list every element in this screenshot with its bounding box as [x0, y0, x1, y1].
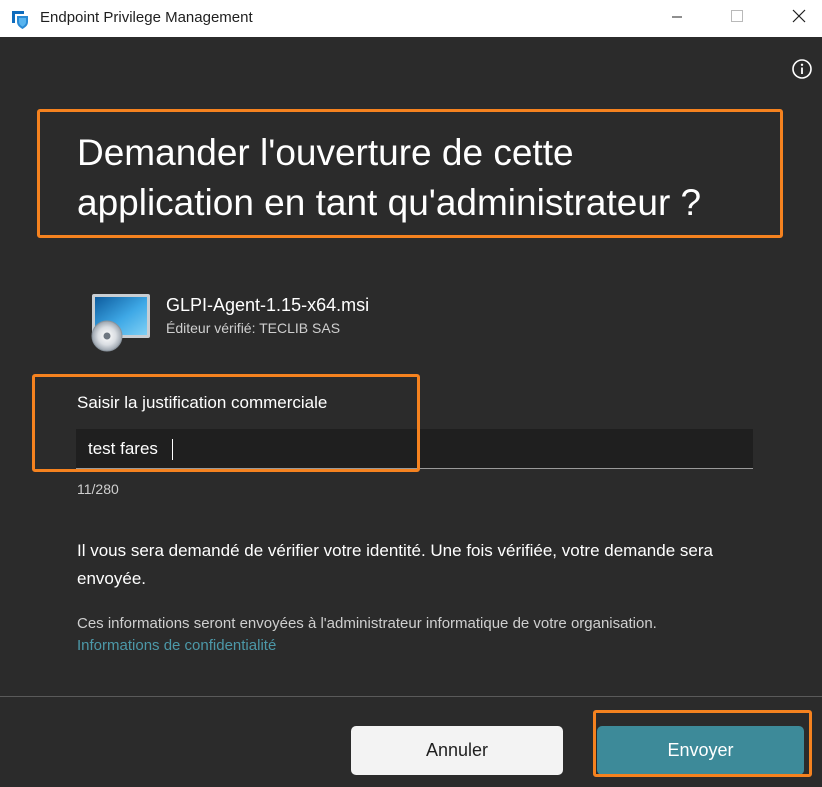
footer-divider: [0, 696, 822, 697]
installer-package-icon: [88, 292, 152, 352]
epm-dialog-window: Endpoint Privilege Management Demander l…: [0, 0, 822, 787]
file-name: GLPI-Agent-1.15-x64.msi: [166, 295, 370, 315]
page-title: Demander l'ouverture de cette applicatio…: [77, 128, 777, 228]
justification-input[interactable]: [76, 429, 753, 468]
privacy-info-link[interactable]: Informations de confidentialité: [77, 637, 276, 654]
window-title: Endpoint Privilege Management: [40, 9, 253, 26]
close-icon: [792, 9, 806, 28]
close-button[interactable]: [776, 0, 822, 37]
verified-publisher: Éditeur vérifié: TECLIB SAS: [166, 320, 341, 336]
cancel-button[interactable]: Annuler: [351, 726, 563, 775]
justification-label: Saisir la justification commerciale: [77, 393, 328, 412]
justification-field: [76, 429, 753, 469]
maximize-icon: [730, 9, 744, 28]
maximize-button[interactable]: [714, 0, 760, 37]
send-button[interactable]: Envoyer: [597, 726, 804, 775]
info-icon[interactable]: [790, 57, 814, 81]
identity-verification-text: Il vous sera demandé de vérifier votre i…: [77, 541, 713, 588]
shield-icon: [9, 8, 31, 30]
text-caret: [172, 439, 173, 460]
character-counter: 11/280: [77, 481, 119, 497]
page-title-line-1: Demander l'ouverture de cette: [77, 132, 574, 173]
minimize-icon: [671, 10, 683, 28]
admin-notice-text: Ces informations seront envoyées à l'adm…: [77, 615, 657, 632]
title-bar[interactable]: Endpoint Privilege Management: [0, 0, 822, 37]
page-title-line-2: application en tant qu'administrateur ?: [77, 182, 702, 223]
minimize-button[interactable]: [654, 0, 700, 37]
